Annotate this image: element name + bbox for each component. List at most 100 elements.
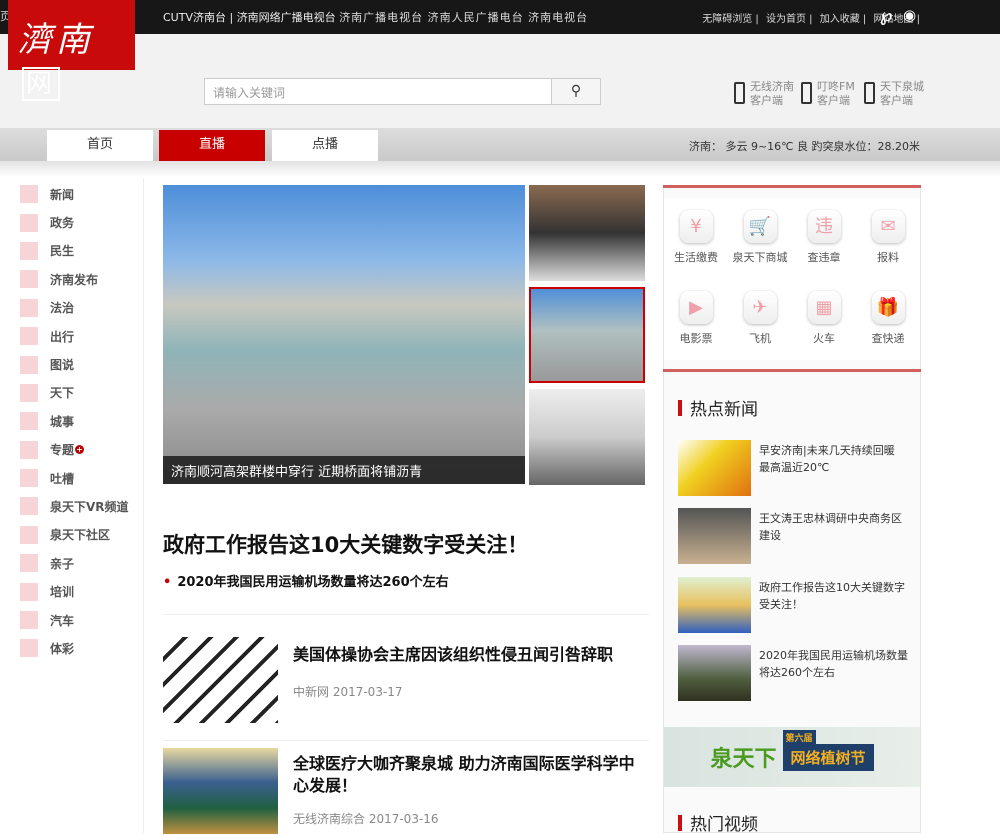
article-thumbnail[interactable] — [163, 748, 278, 834]
sidebar-item-label: 泉天下社区 — [50, 528, 111, 543]
sidebar-item-label: 济南发布 — [50, 272, 99, 287]
service-item[interactable]: 🎁 查快递 — [856, 279, 920, 360]
slider-thumb-active[interactable] — [529, 287, 645, 383]
sidebar-item[interactable]: 法治 — [20, 294, 144, 322]
divider — [663, 185, 921, 188]
slider-caption[interactable]: 济南顺河高架群楼中穿行 近期桥面将铺沥青 — [163, 456, 525, 484]
logo-text: 濟南 — [18, 20, 94, 60]
article-thumbnail[interactable] — [163, 637, 278, 723]
service-icon: ¥ — [679, 210, 713, 243]
hot-news-item[interactable]: 政府工作报告这10大关键数字受关注！ — [678, 577, 908, 633]
service-item[interactable]: ▶ 电影票 — [664, 279, 728, 360]
service-label: 查快递 — [871, 332, 905, 345]
sidebar-item[interactable]: 济南发布 — [20, 265, 144, 293]
service-label: 报料 — [877, 251, 899, 264]
service-label: 生活缴费 — [674, 251, 718, 264]
sidebar-item-label: 汽车 — [50, 613, 75, 628]
channel-icon — [20, 554, 38, 573]
service-item[interactable]: ✈ 飞机 — [728, 279, 792, 360]
banner-brand: 泉天下 — [710, 746, 777, 772]
channel-icon — [20, 469, 38, 488]
channel-icon — [20, 213, 38, 232]
link-bookmark[interactable]: 加入收藏 — [820, 14, 860, 25]
sidebar-item[interactable]: 体彩 — [20, 634, 144, 662]
app-dingdong-fm[interactable]: 叮咚FM 客户端 — [801, 80, 855, 110]
service-item[interactable]: 🛒 泉天下商城 — [728, 198, 792, 279]
tree-planting-banner[interactable]: 泉天下 第六届 网络植树节 — [664, 727, 920, 787]
divider — [163, 614, 649, 615]
article-title[interactable]: 美国体操协会主席因该组织性侵丑闻引咎辞职 — [293, 644, 643, 666]
hot-news-thumbnail — [678, 440, 751, 496]
article-source: 无线济南综合 2017-03-16 — [293, 812, 439, 826]
sidebar-item[interactable]: 出行 — [20, 322, 144, 350]
sidebar-item[interactable]: 城事 — [20, 407, 144, 435]
pinterest-icon[interactable]: ℘ — [880, 5, 893, 26]
sidebar-item[interactable]: 专题 + — [20, 436, 144, 464]
hot-news-thumbnail — [678, 508, 751, 564]
service-icon: 违 — [807, 210, 841, 243]
phone-icon — [801, 82, 812, 104]
sidebar-item[interactable]: 亲子 — [20, 549, 144, 577]
link-set-homepage[interactable]: 设为首页 — [766, 14, 806, 25]
tab-home[interactable]: 首页 — [47, 130, 153, 161]
plus-icon[interactable]: + — [75, 445, 85, 455]
hot-news-text: 政府工作报告这10大关键数字受关注！ — [759, 581, 905, 611]
sidebar-item[interactable]: 图说 — [20, 350, 144, 378]
service-item[interactable]: 违查违章 — [792, 198, 856, 279]
tab-live[interactable]: 直播 — [159, 130, 265, 161]
app-wuxian-jinan[interactable]: 无线济南 客户端 — [734, 80, 794, 110]
link-cutv[interactable]: CUTV济南台 — [163, 11, 226, 24]
site-logo[interactable]: 濟南网 — [8, 0, 135, 101]
slider-main-image[interactable] — [163, 185, 525, 484]
sidebar-item-label: 体彩 — [50, 641, 75, 656]
banner-title: 网络植树节 — [790, 748, 866, 767]
channel-icon — [20, 525, 38, 544]
hot-news-title: 热点新闻 — [678, 395, 758, 420]
hot-news-item[interactable]: 王文涛王忠林调研中央商务区建设 — [678, 508, 908, 564]
stations-text[interactable]: 济南广播电视台 济南人民广播电台 济南电视台 — [339, 11, 588, 24]
channel-icon — [20, 270, 38, 289]
sidebar-item[interactable]: 吐槽 — [20, 464, 144, 492]
service-icon: 🛒 — [743, 210, 777, 243]
headline-sub[interactable]: • 2020年我国民用运输机场数量将达260个左右 — [163, 571, 449, 590]
sidebar-item[interactable]: 新闻 — [20, 180, 144, 208]
link-jntv-net[interactable]: 济南网络广播电视台 — [237, 11, 336, 24]
slider-thumb[interactable] — [529, 185, 645, 281]
app-sub: 客户端 — [750, 94, 783, 107]
hot-news-thumbnail — [678, 577, 751, 633]
service-icon: ✈ — [743, 291, 777, 324]
sidebar-item[interactable]: 泉天下社区 — [20, 521, 144, 549]
service-item[interactable]: ¥ 生活缴费 — [664, 198, 728, 279]
slider-thumb[interactable] — [529, 389, 645, 485]
article-title[interactable]: 全球医疗大咖齐聚泉城 助力济南国际医学科学中心发展！ — [293, 753, 643, 797]
sidebar-item[interactable]: 泉天下VR频道 — [20, 492, 144, 520]
sidebar-item[interactable]: 汽车 — [20, 606, 144, 634]
service-label: 电影票 — [679, 332, 713, 345]
hot-news-text: 2020年我国民用运输机场数量将达260个左右 — [759, 649, 908, 679]
headline-title[interactable]: 政府工作报告这10大关键数字受关注！ — [163, 529, 528, 559]
channel-icon — [20, 185, 38, 204]
link-accessibility[interactable]: 无障碍浏览 — [702, 14, 752, 25]
service-icon: ▶ — [679, 291, 713, 324]
sidebar-item[interactable]: 培训 — [20, 577, 144, 605]
service-label: 飞机 — [749, 332, 771, 345]
sidebar-item[interactable]: 天下 — [20, 379, 144, 407]
tab-vod[interactable]: 点播 — [272, 130, 378, 161]
channel-icon — [20, 383, 38, 402]
weibo-icon[interactable]: ◉ — [903, 6, 916, 24]
station-links: CUTV济南台 | 济南网络广播电视台 济南广播电视台 济南人民广播电台 济南电… — [163, 11, 589, 24]
phone-icon — [864, 82, 875, 104]
search-input[interactable]: 请输入关键词 — [204, 78, 552, 105]
weather-info: 济南： 多云 9~16℃ 良 趵突泉水位：28.20米 — [688, 140, 920, 153]
channel-icon — [20, 611, 38, 630]
channel-icon — [20, 440, 38, 459]
hot-news-item[interactable]: 2020年我国民用运输机场数量将达260个左右 — [678, 645, 908, 701]
sidebar-item[interactable]: 政务 — [20, 208, 144, 236]
service-item[interactable]: ✉ 报料 — [856, 198, 920, 279]
app-tianxia-quancheng[interactable]: 天下泉城 客户端 — [864, 80, 924, 110]
sidebar-item-label: 泉天下VR频道 — [50, 499, 129, 514]
search-button[interactable]: ⚲ — [551, 78, 601, 105]
hot-news-item[interactable]: 早安济南|未来几天持续回暖 最高温近20℃ — [678, 440, 908, 496]
sidebar-item[interactable]: 民生 — [20, 237, 144, 265]
service-item[interactable]: ▦ 火车 — [792, 279, 856, 360]
